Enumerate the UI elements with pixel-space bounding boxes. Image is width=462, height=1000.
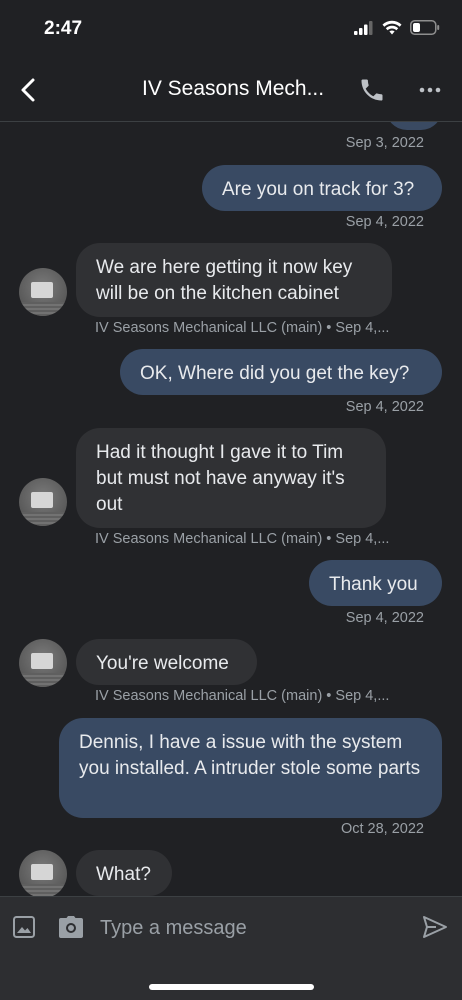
- outgoing-message-bubble[interactable]: Thank you: [309, 560, 442, 606]
- message-timestamp: Sep 4, 2022: [345, 399, 424, 415]
- home-indicator-area: [0, 960, 462, 1000]
- outgoing-message-bubble[interactable]: OK, Where did you get the key?: [120, 349, 442, 395]
- camera-icon: [59, 916, 83, 938]
- contact-avatar[interactable]: [19, 268, 67, 316]
- message-thread[interactable]: Sep 3, 2022 Are you on track for 3? Sep …: [0, 122, 462, 896]
- incoming-message-bubble[interactable]: What?: [76, 850, 172, 896]
- status-bar: 2:47: [0, 0, 462, 60]
- message-sender-meta: IV Seasons Mechanical LLC (main) • Sep 4…: [95, 320, 390, 336]
- camera-button[interactable]: [58, 915, 84, 941]
- incoming-message-bubble[interactable]: You're welcome: [76, 639, 257, 685]
- conversation-header: IV Seasons Mech...: [0, 60, 462, 122]
- gallery-button[interactable]: [12, 915, 38, 941]
- conversation-title[interactable]: IV Seasons Mech...: [142, 77, 324, 101]
- message-composer: [0, 896, 462, 960]
- more-options-button[interactable]: [416, 76, 444, 104]
- gallery-icon: [13, 916, 35, 938]
- send-button[interactable]: [422, 915, 450, 943]
- send-icon: [423, 916, 447, 938]
- signal-icon: [354, 20, 373, 35]
- partial-message-bubble: [386, 122, 442, 130]
- message-text: What?: [96, 864, 151, 885]
- phone-icon: [361, 79, 383, 101]
- status-icons: [354, 20, 440, 35]
- message-timestamp: Oct 28, 2022: [340, 821, 424, 837]
- message-timestamp: Sep 3, 2022: [345, 135, 424, 151]
- message-sender-meta: IV Seasons Mechanical LLC (main) • Sep 4…: [95, 531, 390, 547]
- message-input[interactable]: [100, 911, 400, 945]
- back-arrow-icon: [21, 78, 35, 102]
- message-text: Dennis, I have a issue with the system y…: [79, 732, 421, 779]
- home-indicator[interactable]: [149, 984, 314, 990]
- message-text: Are you on track for 3?: [222, 179, 415, 200]
- message-timestamp: Sep 4, 2022: [345, 610, 424, 626]
- message-text: Thank you: [329, 574, 418, 595]
- wifi-icon: [382, 20, 402, 35]
- message-timestamp: Sep 4, 2022: [345, 214, 424, 230]
- battery-icon: [410, 20, 440, 35]
- message-text: You're welcome: [96, 653, 229, 674]
- message-text: Had it thought I gave it to Tim but must…: [96, 442, 345, 515]
- incoming-message-bubble[interactable]: We are here getting it now key will be o…: [76, 243, 392, 317]
- message-text: OK, Where did you get the key?: [140, 363, 410, 384]
- back-button[interactable]: [12, 74, 44, 106]
- contact-avatar[interactable]: [19, 850, 67, 896]
- outgoing-message-bubble[interactable]: Are you on track for 3?: [202, 165, 442, 211]
- message-sender-meta: IV Seasons Mechanical LLC (main) • Sep 4…: [95, 688, 390, 704]
- outgoing-message-bubble[interactable]: Dennis, I have a issue with the system y…: [59, 718, 442, 818]
- message-text: We are here getting it now key will be o…: [96, 257, 353, 304]
- contact-avatar[interactable]: [19, 478, 67, 526]
- status-time: 2:47: [44, 18, 83, 39]
- more-icon: [419, 87, 441, 93]
- incoming-message-bubble[interactable]: Had it thought I gave it to Tim but must…: [76, 428, 386, 528]
- call-button[interactable]: [358, 76, 386, 104]
- contact-avatar[interactable]: [19, 639, 67, 687]
